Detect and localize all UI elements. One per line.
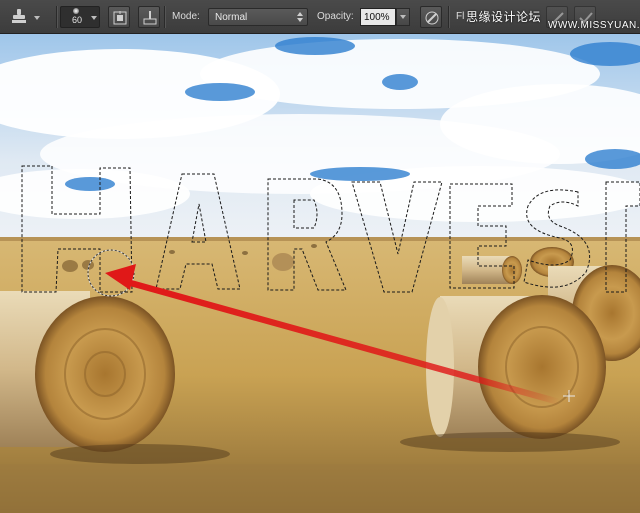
- flow-label: Fl: [456, 11, 465, 22]
- brush-panel-icon: [143, 11, 157, 25]
- horizon: [0, 237, 640, 241]
- harvest-photo: [0, 34, 640, 513]
- opacity-slider-button[interactable]: [396, 8, 410, 26]
- opacity-label: Opacity:: [317, 11, 354, 22]
- stubble: [0, 464, 640, 513]
- divider: [56, 6, 58, 28]
- chevron-down-icon: [400, 15, 406, 19]
- up-down-arrow-icon: [297, 12, 303, 22]
- blend-mode-select[interactable]: Normal: [208, 8, 308, 26]
- clone-stamp-icon: [12, 9, 26, 23]
- chevron-down-icon: [91, 16, 97, 20]
- blend-mode-value: Normal: [215, 12, 248, 23]
- opacity-input[interactable]: 100%: [360, 8, 396, 26]
- photoshop-window: 60 Mode: Normal Opacity: 100% Fl 思缘设计论坛 …: [0, 0, 640, 513]
- toggle-brush-panel-button[interactable]: [138, 6, 160, 28]
- pressure-opacity-button[interactable]: [420, 6, 442, 28]
- brush-size-label: 60: [71, 15, 82, 25]
- options-bar: 60 Mode: Normal Opacity: 100% Fl 思缘设计论坛 …: [0, 0, 640, 34]
- divider: [448, 6, 450, 28]
- watermark-en: WWW.MISSYUAN.COM: [548, 20, 640, 31]
- toggle-clone-source-panel-button[interactable]: [108, 6, 130, 28]
- document-canvas[interactable]: [0, 34, 640, 513]
- brush-tip-icon: [73, 8, 79, 14]
- clone-source-panel-icon: [113, 11, 127, 25]
- chevron-down-icon: [34, 16, 40, 20]
- watermark-cn: 思缘设计论坛: [466, 10, 542, 24]
- tool-preset-picker[interactable]: [4, 6, 54, 28]
- brush-preset-picker[interactable]: 60: [60, 6, 100, 28]
- mode-label: Mode:: [172, 11, 200, 22]
- clouds: [0, 39, 640, 222]
- pressure-opacity-icon: [425, 11, 439, 25]
- divider: [164, 6, 166, 28]
